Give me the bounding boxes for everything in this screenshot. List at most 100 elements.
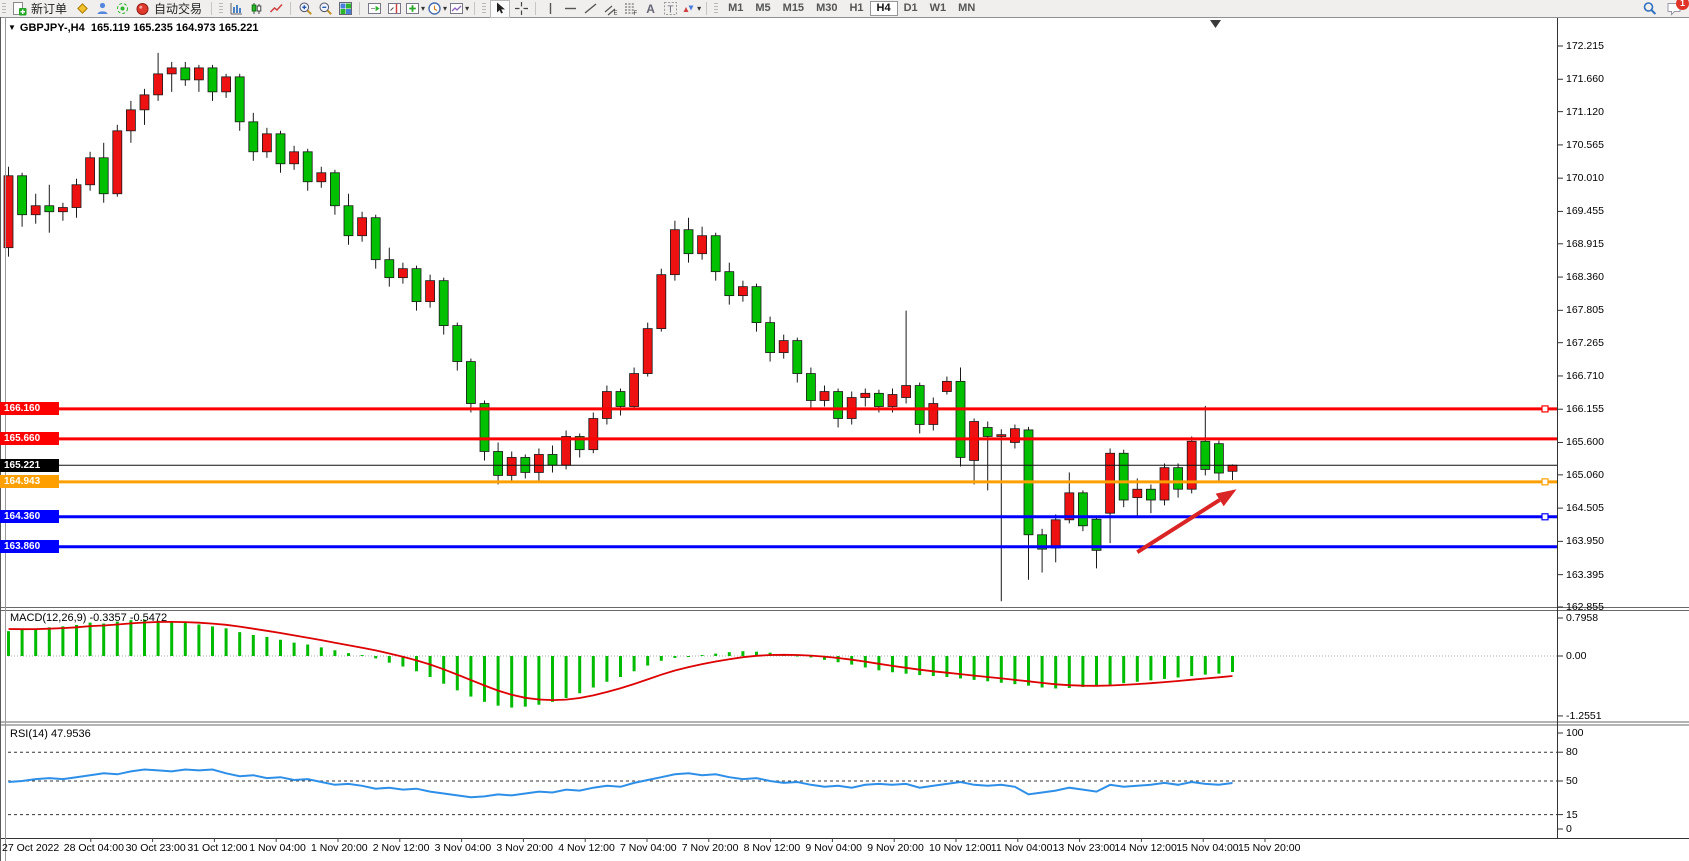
candlestick (507, 457, 516, 475)
macd-histogram-bar (184, 623, 187, 656)
horizontal-line-tool-icon[interactable] (561, 1, 579, 17)
macd-histogram-bar (116, 622, 119, 656)
macd-histogram-bar (157, 621, 160, 656)
macd-histogram-bar (1231, 656, 1234, 672)
autotrading-button[interactable]: 自动交易 (154, 0, 202, 17)
timeframe-M30[interactable]: M30 (810, 1, 843, 16)
macd-histogram-bar (129, 620, 132, 656)
indicators-icon[interactable]: ▾ (405, 1, 425, 17)
quote-dropdown-icon[interactable]: ▼ (8, 23, 16, 32)
macd-histogram-bar (456, 656, 459, 690)
candlestick (942, 381, 951, 391)
candlestick (1010, 429, 1019, 443)
candlestick (1133, 489, 1142, 497)
candlestick (725, 272, 734, 296)
zoom-out-icon[interactable] (316, 1, 334, 17)
macd-histogram-bar (211, 626, 214, 656)
toolbar-separator (290, 2, 291, 15)
macd-histogram-bar (293, 643, 296, 656)
community-icon[interactable] (93, 1, 111, 17)
fibonacci-tool-icon[interactable]: F (621, 1, 639, 17)
new-order-icon[interactable] (10, 1, 28, 17)
bar-chart-icon[interactable] (227, 1, 245, 17)
macd-histogram-bar (197, 624, 200, 656)
macd-histogram-bar (524, 656, 527, 707)
toolbar-drag-handle[interactable] (714, 3, 718, 15)
line-selection-handle[interactable] (1542, 514, 1548, 520)
chart-shift-icon[interactable] (385, 1, 403, 17)
timeframe-M15[interactable]: M15 (777, 1, 810, 16)
line-selection-handle[interactable] (1542, 479, 1548, 485)
candlestick (929, 404, 938, 425)
macd-histogram-bar (143, 620, 146, 656)
crosshair-tool-icon[interactable] (512, 1, 530, 17)
candlestick (58, 208, 67, 212)
macd-histogram-bar (741, 651, 744, 656)
macd-histogram-bar (102, 624, 105, 656)
toolbar-drag-handle[interactable] (219, 3, 223, 15)
macd-histogram-bar (633, 656, 636, 671)
timeframe-H1[interactable]: H1 (843, 1, 869, 16)
timeframe-W1[interactable]: W1 (924, 1, 953, 16)
toolbar: 新订单 自动交易 (0, 0, 1689, 17)
trendline-tool-icon[interactable] (581, 1, 599, 17)
line-selection-handle[interactable] (6, 514, 12, 520)
macd-histogram-bar (333, 650, 336, 656)
gold-icon[interactable] (73, 1, 91, 17)
chevron-down-icon: ▾ (443, 5, 447, 13)
search-icon[interactable] (1641, 1, 1659, 17)
candlestick (684, 230, 693, 254)
signal-icon[interactable] (113, 1, 131, 17)
candlestick (1119, 453, 1128, 500)
chart-canvas[interactable] (0, 0, 1689, 861)
timeframe-M5[interactable]: M5 (749, 1, 776, 16)
candlestick (997, 435, 1006, 437)
macd-histogram-bar (918, 656, 921, 675)
vertical-line-tool-icon[interactable] (541, 1, 559, 17)
tile-windows-icon[interactable] (336, 1, 354, 17)
periods-icon[interactable]: ▾ (427, 1, 447, 17)
timeframe-MN[interactable]: MN (952, 1, 981, 16)
timeframe-D1[interactable]: D1 (898, 1, 924, 16)
candlestick (31, 206, 40, 215)
candlestick (589, 419, 598, 450)
macd-histogram-bar (932, 656, 935, 676)
candlestick (317, 173, 326, 182)
timeframe-M1[interactable]: M1 (722, 1, 749, 16)
line-selection-handle[interactable] (1542, 406, 1548, 412)
auto-scroll-icon[interactable] (365, 1, 383, 17)
arrows-tool-icon[interactable]: ▾ (681, 1, 701, 17)
text-tool-icon[interactable]: A (641, 1, 659, 17)
candlestick (439, 281, 448, 326)
toolbar-drag-handle[interactable] (2, 3, 6, 15)
macd-histogram-bar (660, 656, 663, 661)
templates-icon[interactable]: ▾ (449, 1, 469, 17)
cursor-tool-icon[interactable] (490, 0, 510, 18)
macd-histogram-bar (483, 656, 486, 702)
timeframe-H4[interactable]: H4 (870, 1, 898, 16)
macd-histogram-bar (21, 630, 24, 656)
macd-histogram-bar (361, 655, 364, 656)
svg-text:A: A (646, 2, 655, 16)
notification-badge[interactable]: 1 (1676, 0, 1689, 10)
channel-tool-icon[interactable]: E (601, 1, 619, 17)
new-order-button[interactable]: 新订单 (31, 0, 67, 17)
line-selection-handle[interactable] (6, 479, 12, 485)
candlestick (548, 454, 557, 465)
candlestick (983, 427, 992, 436)
candlestick (820, 392, 829, 401)
macd-histogram-bar (714, 654, 717, 656)
macd-histogram-bar (429, 656, 432, 677)
zoom-in-icon[interactable] (296, 1, 314, 17)
candlestick-icon[interactable] (247, 1, 265, 17)
candlestick (834, 392, 843, 419)
autotrading-icon[interactable] (133, 1, 151, 17)
candlestick (72, 185, 81, 208)
toolbar-drag-handle[interactable] (482, 3, 486, 15)
macd-histogram-bar (1136, 656, 1139, 682)
line-selection-handle[interactable] (6, 406, 12, 412)
line-chart-icon[interactable] (267, 1, 285, 17)
text-label-tool-icon[interactable]: T (661, 1, 679, 17)
macd-histogram-bar (891, 656, 894, 672)
chevron-down-icon: ▾ (465, 5, 469, 13)
